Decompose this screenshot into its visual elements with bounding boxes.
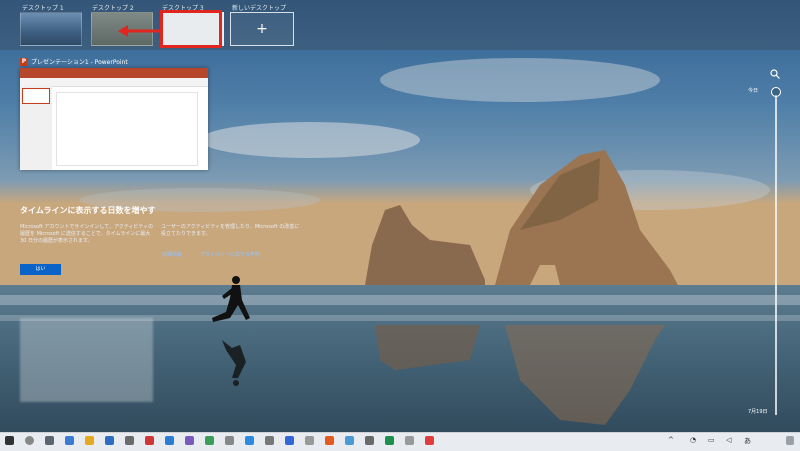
highlight-annotation-box (160, 10, 222, 48)
notification-icon[interactable] (786, 436, 794, 445)
timeline-scrollbar[interactable] (775, 95, 777, 415)
window-title-bar: P プレゼンテーション1 - PowerPoint (20, 57, 128, 66)
privacy-link[interactable]: プライバシーに関する声明 (200, 251, 260, 258)
edge-icon[interactable] (65, 436, 74, 445)
ime-icon[interactable]: あ (744, 436, 751, 446)
ribbon-bar (20, 68, 208, 78)
desktop-1-label: デスクトップ 1 (22, 5, 64, 12)
left-arrow-annotation-icon (118, 25, 161, 37)
mail-icon[interactable] (125, 436, 134, 445)
app-icon[interactable] (245, 436, 254, 445)
app-icon[interactable] (425, 436, 434, 445)
app-icon[interactable] (225, 436, 234, 445)
chevron-up-icon[interactable]: ^ (668, 436, 674, 444)
store-icon[interactable] (105, 436, 114, 445)
more-info-link[interactable]: 詳細情報 (162, 251, 182, 258)
file-explorer-icon[interactable] (85, 436, 94, 445)
timeline-bottom-label: 7月19日 (748, 409, 768, 415)
new-desktop-label: 新しいデスクトップ (232, 5, 287, 12)
window-title: プレゼンテーション1 - PowerPoint (31, 59, 128, 66)
desktop-2-label: デスクトップ 2 (92, 5, 134, 12)
timeline-top-label: 今日 (748, 88, 759, 94)
taskbar (0, 432, 800, 451)
promo-title: タイムラインに表示する日数を増やす (20, 206, 156, 215)
new-desktop-button[interactable]: + (230, 12, 294, 46)
app-icon[interactable] (405, 436, 414, 445)
excel-icon[interactable] (205, 436, 214, 445)
plus-icon: + (256, 21, 268, 37)
promo-description-secondary: ユーザーのアクティビティを管理したり、Microsoft の改善に役立てたりでき… (161, 224, 300, 237)
timeline-handle[interactable] (771, 87, 781, 97)
network-icon[interactable]: ◔ (690, 436, 696, 444)
app-icon[interactable] (285, 436, 294, 445)
desktop-1-thumbnail[interactable] (20, 12, 82, 46)
app-icon[interactable] (345, 436, 354, 445)
yes-button[interactable]: はい (20, 264, 61, 275)
timeline-activity-card[interactable] (20, 318, 153, 402)
volume-icon[interactable]: ◁ (726, 436, 731, 444)
slide-thumbnail (22, 88, 50, 104)
app-icon[interactable] (365, 436, 374, 445)
powerpoint-taskbar-icon[interactable] (145, 436, 154, 445)
app-icon[interactable] (265, 436, 274, 445)
onenote-icon[interactable] (185, 436, 194, 445)
slide-canvas (56, 92, 198, 166)
start-icon[interactable] (5, 436, 14, 445)
task-view-icon[interactable] (45, 436, 54, 445)
search-icon[interactable] (770, 69, 780, 79)
word-icon[interactable] (165, 436, 174, 445)
app-icon[interactable] (385, 436, 394, 445)
promo-description: Microsoft アカウントでサインインして、アクティビティの履歴を Micr… (20, 224, 154, 244)
powerpoint-window-thumbnail[interactable] (20, 68, 208, 170)
app-icon[interactable] (325, 436, 334, 445)
powerpoint-icon: P (20, 57, 28, 66)
search-taskbar-icon[interactable] (25, 436, 34, 445)
battery-icon[interactable]: ▭ (708, 436, 715, 444)
app-icon[interactable] (305, 436, 314, 445)
